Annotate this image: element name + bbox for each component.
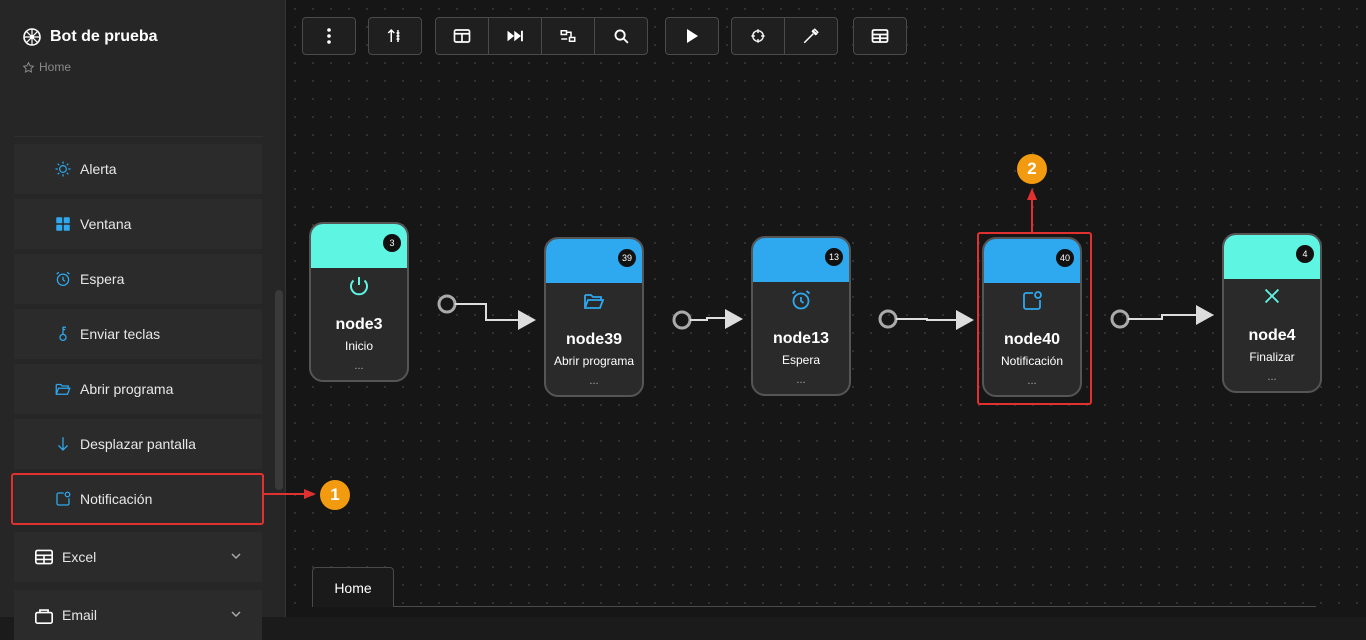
node-label: Abrir programa	[553, 354, 635, 368]
node-badge: 13	[825, 248, 843, 266]
annotation-marker-2: 2	[1017, 154, 1047, 184]
connection-node3-node39[interactable]	[437, 294, 536, 330]
node-badge: 39	[618, 249, 636, 267]
node-name: node13	[772, 330, 829, 347]
folder-open-icon	[546, 289, 642, 313]
node-more[interactable]: ...	[753, 374, 849, 386]
node-name: node39	[565, 331, 622, 348]
flow-node-node13[interactable]: 13 node13 Espera ...	[751, 236, 851, 396]
callout-arrow-1	[264, 489, 316, 499]
flow-node-node4[interactable]: 4 node4 Finalizar ...	[1222, 233, 1322, 393]
node-label: Espera	[781, 353, 821, 367]
flow-node-node39[interactable]: 39 node39 Abrir programa ...	[544, 237, 644, 397]
node-more[interactable]: ...	[546, 375, 642, 387]
connections-layer	[264, 188, 1214, 499]
connection-node39-node13[interactable]	[672, 309, 743, 330]
tab-home[interactable]: Home	[312, 567, 394, 607]
node-more[interactable]: ...	[311, 360, 407, 372]
node-name: node3	[335, 316, 383, 333]
tab-underline	[394, 606, 1316, 607]
annotation-marker-1: 1	[320, 480, 350, 510]
callout-arrow-2	[1027, 188, 1037, 233]
node-label: Inicio	[344, 339, 373, 353]
node-name: node4	[1248, 327, 1296, 344]
highlight-box-node40	[977, 232, 1092, 405]
tab-bar: Home	[312, 567, 394, 607]
connection-node13-node40[interactable]	[878, 309, 974, 330]
node-more[interactable]: ...	[1224, 371, 1320, 383]
flow-node-node3[interactable]: 3 node3 Inicio ...	[309, 222, 409, 382]
node-label: Finalizar	[1249, 350, 1295, 364]
power-icon	[311, 274, 407, 298]
connection-node40-node4[interactable]	[1110, 305, 1214, 329]
node-badge: 4	[1296, 245, 1314, 263]
alarm-clock-icon	[753, 288, 849, 312]
node-badge: 3	[383, 234, 401, 252]
close-icon	[1224, 285, 1320, 307]
